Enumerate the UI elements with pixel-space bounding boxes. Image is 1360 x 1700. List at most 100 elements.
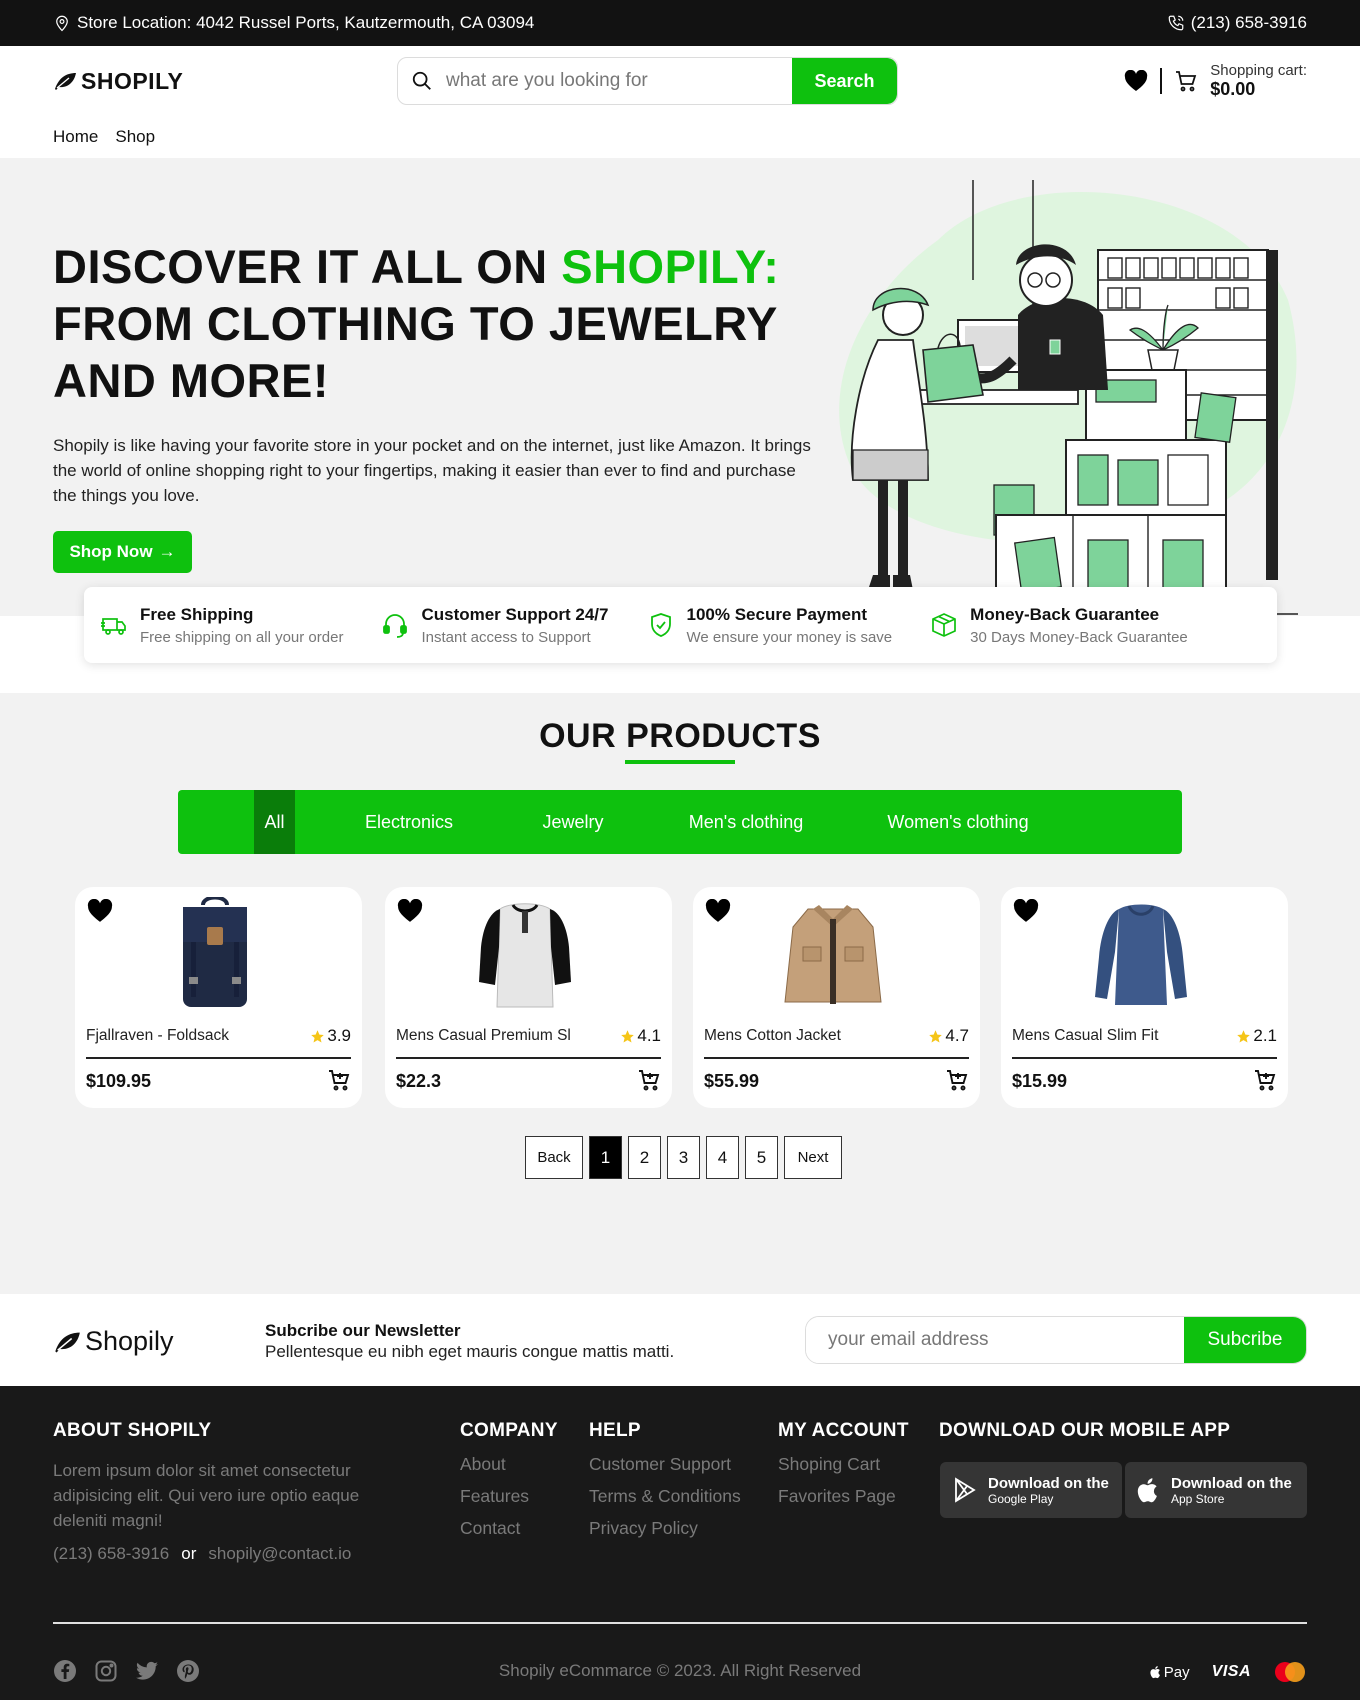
- footer-phone[interactable]: (213) 658-3916: [53, 1544, 169, 1564]
- footer-link-features[interactable]: Features: [460, 1486, 529, 1507]
- site-logo[interactable]: SHOPILY: [53, 68, 183, 95]
- tab-womens-clothing[interactable]: Women's clothing: [878, 790, 1038, 854]
- feature-subtitle: Free shipping on all your order: [140, 628, 344, 646]
- email-input[interactable]: [806, 1317, 1184, 1363]
- footer-link-favorites[interactable]: Favorites Page: [778, 1486, 896, 1507]
- footer-link-cart[interactable]: Shoping Cart: [778, 1454, 896, 1475]
- footer-about-text: Lorem ipsum dolor sit amet consectetur a…: [53, 1461, 360, 1530]
- feature-subtitle: Instant access to Support: [421, 628, 591, 646]
- footer-contact: (213) 658-3916 or shopily@contact.io: [53, 1544, 351, 1564]
- pagination-back[interactable]: Back: [525, 1136, 583, 1179]
- newsletter-title: Subcribe our Newsletter: [265, 1321, 461, 1340]
- cart-icon[interactable]: [1174, 69, 1198, 93]
- app-store-line2: App Store: [1171, 1491, 1225, 1506]
- tab-all[interactable]: All: [254, 790, 295, 854]
- footer-account-links: Shoping Cart Favorites Page: [778, 1454, 896, 1507]
- add-to-cart-icon[interactable]: [637, 1068, 661, 1092]
- newsletter-section: Shopily Subcribe our Newsletter Pellente…: [0, 1294, 1360, 1386]
- tab-mens-clothing[interactable]: Men's clothing: [676, 790, 816, 854]
- newsletter-logo[interactable]: Shopily: [53, 1326, 174, 1357]
- page-2[interactable]: 2: [628, 1136, 661, 1179]
- tab-jewelry[interactable]: Jewelry: [528, 790, 618, 854]
- product-card[interactable]: Fjallraven - Foldsack 3.9 $109.95: [75, 887, 362, 1108]
- product-name: Mens Casual Premium Sl: [396, 1027, 571, 1044]
- product-rating: 3.9: [310, 1026, 351, 1046]
- product-name: Mens Cotton Jacket: [704, 1027, 841, 1044]
- newsletter-logo-text: Shopily: [85, 1326, 174, 1356]
- heart-icon[interactable]: [705, 899, 731, 923]
- star-icon: [311, 1029, 325, 1042]
- page-5[interactable]: 5: [745, 1136, 778, 1179]
- mastercard-icon: [1275, 1662, 1305, 1682]
- search-bar: Search: [397, 57, 898, 105]
- footer-link-privacy[interactable]: Privacy Policy: [589, 1518, 741, 1539]
- product-price: $109.95: [86, 1071, 152, 1091]
- headset-icon: [383, 613, 408, 638]
- footer-link-contact[interactable]: Contact: [460, 1518, 529, 1539]
- leaf-logo-icon: [55, 1332, 80, 1352]
- tab-electronics[interactable]: Electronics: [354, 790, 464, 854]
- feature-subtitle: We ensure your money is save: [686, 628, 893, 646]
- product-card[interactable]: Mens Cotton Jacket 4.7 $55.99: [693, 887, 980, 1108]
- product-name: Mens Casual Slim Fit: [1012, 1027, 1159, 1044]
- footer-divider: [53, 1622, 1307, 1624]
- map-pin-icon: [56, 15, 68, 32]
- search-input[interactable]: [446, 58, 792, 104]
- feature-free-shipping: Free Shipping Free shipping on all your …: [100, 605, 343, 646]
- footer-help-title: HELP: [589, 1420, 641, 1441]
- long-sleeve-shirt-image: [1095, 904, 1187, 1005]
- add-to-cart-icon[interactable]: [327, 1068, 351, 1092]
- rating-value: 4.7: [945, 1026, 969, 1045]
- nav-home[interactable]: Home: [53, 127, 98, 147]
- pagination-next[interactable]: Next: [784, 1136, 842, 1179]
- footer-link-about[interactable]: About: [460, 1454, 529, 1475]
- page-4[interactable]: 4: [706, 1136, 739, 1179]
- title-underline: [625, 760, 735, 764]
- store-location-text: Store Location: 4042 Russel Ports, Kautz…: [77, 13, 535, 32]
- heart-icon[interactable]: [1124, 70, 1148, 92]
- footer-about-title: ABOUT SHOPILY: [53, 1420, 212, 1441]
- nav-shop[interactable]: Shop: [115, 127, 155, 147]
- shop-now-button[interactable]: Shop Now →: [53, 531, 192, 573]
- products-section: OUR PRODUCTS All Electronics Jewelry Men…: [0, 693, 1360, 1294]
- add-to-cart-icon[interactable]: [945, 1068, 969, 1092]
- rating-value: 2.1: [1253, 1026, 1277, 1045]
- subscribe-button[interactable]: Subcribe: [1184, 1317, 1306, 1363]
- header: SHOPILY Search Shopping cart: $0.00: [0, 46, 1360, 116]
- card-divider: [396, 1057, 661, 1059]
- footer-or: or: [181, 1544, 197, 1563]
- search-button[interactable]: Search: [792, 58, 897, 104]
- hero-title: DISCOVER IT ALL ON SHOPILY: FROM CLOTHIN…: [53, 238, 833, 409]
- app-store-line1: Download on the: [1171, 1474, 1292, 1492]
- card-divider: [1012, 1057, 1277, 1059]
- star-icon: [621, 1029, 635, 1042]
- google-play-button[interactable]: Download on the Google Play: [940, 1462, 1122, 1518]
- card-divider: [86, 1057, 351, 1059]
- cart-summary[interactable]: Shopping cart: $0.00: [1210, 62, 1307, 100]
- google-play-line1: Download on the: [988, 1474, 1109, 1492]
- page-3[interactable]: 3: [667, 1136, 700, 1179]
- product-rating: 2.1: [1236, 1026, 1277, 1046]
- footer: ABOUT SHOPILY Lorem ipsum dolor sit amet…: [0, 1386, 1360, 1700]
- star-icon: [929, 1029, 943, 1042]
- visa-logo: VISA: [1211, 1663, 1251, 1680]
- footer-link-customer-support[interactable]: Customer Support: [589, 1454, 741, 1475]
- newsletter-form: Subcribe: [805, 1316, 1307, 1364]
- products-title: OUR PRODUCTS: [539, 717, 821, 755]
- feature-title: Free Shipping: [140, 604, 254, 624]
- footer-link-terms[interactable]: Terms & Conditions: [589, 1486, 741, 1507]
- heart-icon[interactable]: [397, 899, 423, 923]
- product-card[interactable]: Mens Casual Premium Sl 4.1 $22.3: [385, 887, 672, 1108]
- app-store-button[interactable]: Download on the App Store: [1125, 1462, 1307, 1518]
- feature-title: 100% Secure Payment: [686, 604, 868, 624]
- heart-icon[interactable]: [87, 899, 113, 923]
- heart-icon[interactable]: [1013, 899, 1039, 923]
- topbar-phone[interactable]: (213) 658-3916: [1167, 13, 1307, 33]
- footer-email[interactable]: shopily@contact.io: [208, 1544, 351, 1564]
- feature-secure-payment: 100% Secure Payment We ensure your money…: [647, 604, 893, 646]
- product-card[interactable]: Mens Casual Slim Fit 2.1 $15.99: [1001, 887, 1288, 1108]
- pagination: Back 1 2 3 4 5 Next: [525, 1136, 842, 1179]
- page-1[interactable]: 1: [589, 1136, 622, 1179]
- apple-icon: [1150, 1666, 1160, 1679]
- add-to-cart-icon[interactable]: [1253, 1068, 1277, 1092]
